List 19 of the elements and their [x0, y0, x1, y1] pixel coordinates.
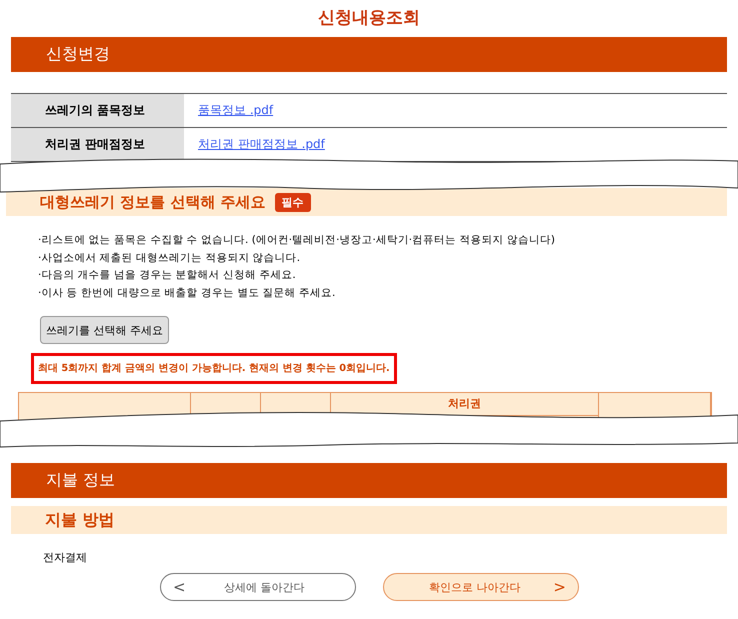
- section-header: 지불 정보: [11, 463, 727, 498]
- row-label: 처리권 판매점정보: [11, 128, 184, 161]
- note-text: ·리스트에 없는 품목은 수집할 수 없습니다. (에어컨·텔레비전·냉장고·세탁기·컴퓨터는 적용되지 않습니다): [38, 233, 556, 248]
- note-text: ·사업소에서 제출된 대형쓰레기는 적용되지 않습니다.: [38, 250, 302, 266]
- note-text: ·다음의 개수를 넘을 경우는 분할해서 신청해 주세요.: [38, 268, 297, 283]
- pdf-link[interactable]: 처리권 판매점정보 .pdf: [198, 136, 325, 153]
- section-subheader: 지불 방법: [11, 506, 727, 534]
- section-header: 신청변경: [11, 37, 727, 72]
- note-text: ·이사 등 한번에 대량으로 배출할 경우는 별도 질문해 주세요.: [38, 286, 336, 300]
- select-button[interactable]: 쓰레기를 선택해 주세요: [40, 316, 169, 344]
- payment-method: 전자결제: [43, 550, 88, 565]
- next-button[interactable]: 확인으로 나아간다 >: [383, 573, 579, 601]
- row-label: 쓰레기의 품목정보: [11, 94, 184, 127]
- section-title: 대형쓰레기 정보를 선택해 주세요: [40, 192, 266, 212]
- page-title: 신청내용조회: [317, 7, 421, 30]
- back-button[interactable]: < 상세에 돌아간다: [160, 573, 356, 601]
- required-badge: 필수: [274, 192, 311, 212]
- warning-message: 최대 5회까지 합계 금액의 변경이 가능합니다. 현재의 변경 횟수는 0회입니다.: [31, 353, 397, 384]
- pdf-link[interactable]: 품목정보 .pdf: [198, 102, 274, 119]
